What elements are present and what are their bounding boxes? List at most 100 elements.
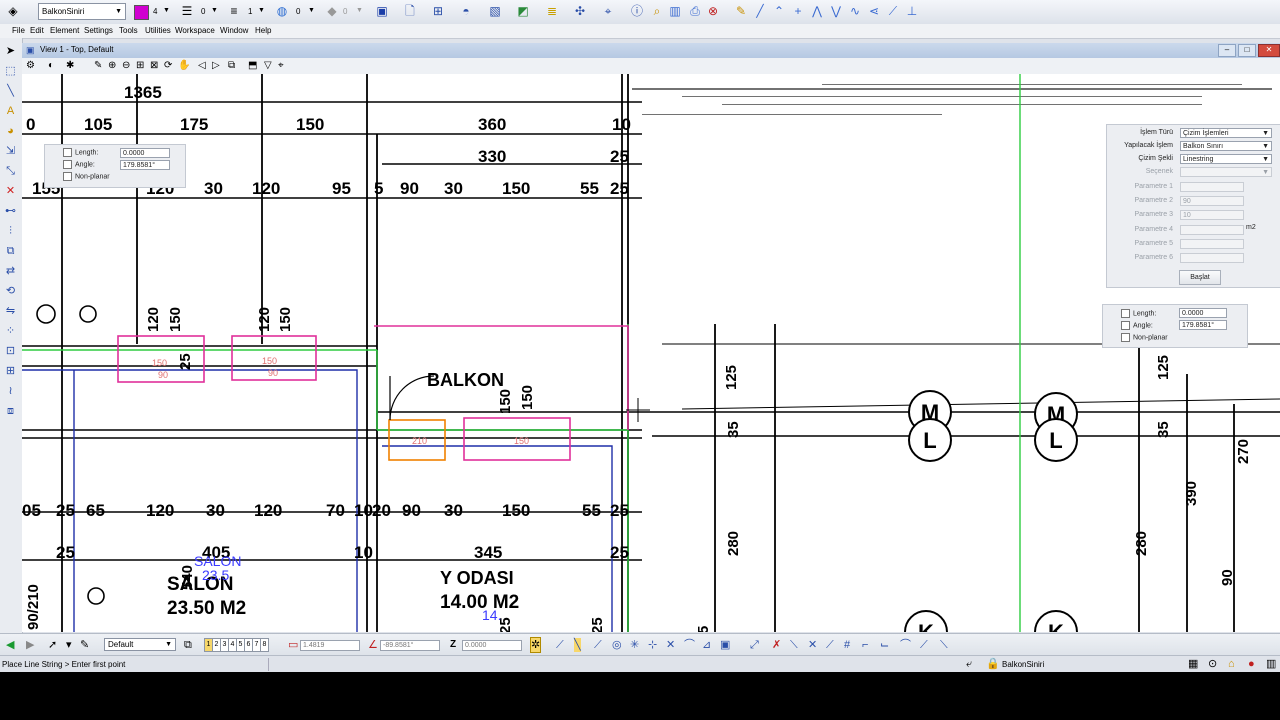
- print-icon[interactable]: ⎙: [688, 4, 702, 18]
- clip-volume-icon[interactable]: ⬒: [248, 60, 257, 72]
- chevron-down-icon[interactable]: ▼: [258, 7, 265, 14]
- keypoint-icon[interactable]: ✳: [630, 638, 639, 652]
- info-icon[interactable]: ⓘ: [630, 4, 644, 18]
- forward-icon[interactable]: ▶: [26, 638, 34, 652]
- tangent-icon[interactable]: ⌒: [684, 638, 695, 652]
- snap-mode-icon[interactable]: ✲: [530, 637, 542, 653]
- array-icon[interactable]: ⁘: [3, 324, 18, 338]
- angle-lock-checkbox[interactable]: [1121, 321, 1130, 330]
- nearest-icon[interactable]: ⊿: [702, 638, 711, 652]
- view-attributes-icon[interactable]: ⚙: [26, 60, 35, 72]
- offset-icon[interactable]: ⟋: [920, 638, 928, 652]
- angle-field[interactable]: 179.8581°: [1179, 320, 1227, 330]
- view-title-bar[interactable]: ▣ View 1 - Top, Default – □ ✕: [22, 43, 1280, 59]
- expand-icon[interactable]: ⤢: [750, 638, 759, 652]
- menu-element[interactable]: Element: [50, 26, 79, 35]
- modify-icon[interactable]: ⤡: [3, 164, 18, 178]
- islem-turu-combo[interactable]: Çizim İşlemleri ▼: [1180, 128, 1272, 138]
- delete-icon[interactable]: ✕: [3, 184, 18, 198]
- mirror-icon[interactable]: ⇋: [3, 304, 18, 318]
- length-field[interactable]: 0.0000: [120, 148, 170, 158]
- image-icon[interactable]: ▧: [488, 4, 502, 18]
- length-lock-checkbox[interactable]: [1121, 309, 1130, 318]
- view-groups-icon[interactable]: ⧉: [184, 638, 192, 652]
- level-combo[interactable]: BalkonSiniri ▼: [38, 3, 126, 20]
- break-icon[interactable]: ⟍: [940, 638, 948, 652]
- parametre-3-field[interactable]: 10: [1180, 210, 1244, 220]
- pan-view-icon[interactable]: ✋: [178, 60, 190, 72]
- arc-modify-icon[interactable]: ⌒: [900, 638, 911, 652]
- extend-icon[interactable]: ⊥: [905, 4, 919, 18]
- cut-icon[interactable]: ⟍: [790, 638, 798, 652]
- display-style-icon[interactable]: ◐: [48, 60, 54, 72]
- drop-icon[interactable]: ⧈: [3, 404, 18, 418]
- parametre-1-field[interactable]: [1180, 182, 1244, 192]
- x-field[interactable]: 1.4819: [300, 640, 360, 651]
- home-icon[interactable]: ⌂: [1228, 657, 1235, 671]
- line-icon[interactable]: ╱: [753, 4, 767, 18]
- rotate-view-icon[interactable]: ⟳: [164, 60, 172, 72]
- fit-view-icon[interactable]: ⊠: [150, 60, 158, 72]
- place-line-icon[interactable]: ╲: [574, 638, 581, 652]
- angle-field[interactable]: 179.8581°: [120, 160, 170, 170]
- perpendicular-icon[interactable]: ⊹: [648, 638, 657, 652]
- view-previous-icon[interactable]: ◁: [198, 60, 206, 72]
- transparency-icon[interactable]: ◍: [275, 4, 289, 18]
- raster-icon[interactable]: ◓: [459, 4, 473, 18]
- polyline-icon[interactable]: ⋀: [810, 4, 824, 18]
- plus-icon[interactable]: +: [791, 4, 805, 18]
- curve-icon[interactable]: ∿: [848, 4, 862, 18]
- menu-window[interactable]: Window: [220, 26, 248, 35]
- save-icon[interactable]: ⊙: [1208, 657, 1217, 671]
- element-selection-icon[interactable]: ◈: [6, 4, 20, 18]
- z-field[interactable]: 0.0000: [462, 640, 522, 651]
- maximize-icon[interactable]: □: [1238, 44, 1256, 57]
- active-color-swatch[interactable]: [134, 5, 149, 20]
- dimension-icon[interactable]: ⇲: [3, 144, 18, 158]
- place-text-icon[interactable]: A: [3, 104, 18, 118]
- file-icon[interactable]: 🗋: [403, 4, 417, 18]
- chevron-down-icon[interactable]: ▼: [163, 7, 170, 14]
- circle-icon[interactable]: ◎: [612, 638, 622, 652]
- close-icon[interactable]: ✕: [1258, 44, 1280, 57]
- menu-help[interactable]: Help: [255, 26, 271, 35]
- parametre-2-field[interactable]: 90: [1180, 196, 1244, 206]
- undo-icon[interactable]: ⤶: [966, 657, 972, 671]
- rotate-icon[interactable]: ⟲: [3, 284, 18, 298]
- measure-icon[interactable]: ▥: [668, 4, 682, 18]
- parametre-5-field[interactable]: [1180, 239, 1244, 249]
- length-lock-checkbox[interactable]: [63, 148, 72, 157]
- chevron-down-icon[interactable]: ▼: [211, 7, 218, 14]
- menu-tools[interactable]: Tools: [119, 26, 138, 35]
- render-icon[interactable]: ✱: [66, 60, 74, 72]
- chevron-down-icon[interactable]: ▼: [356, 7, 363, 14]
- clip-mask-icon[interactable]: ▽: [264, 60, 272, 72]
- menu-settings[interactable]: Settings: [84, 26, 113, 35]
- drawing-canvas[interactable]: 1365 0 105 175 150 360 10 330 25 155 120 30 120 95 5 90…: [22, 74, 1280, 632]
- window-area-icon[interactable]: ⊞: [136, 60, 144, 72]
- parametre-4-field[interactable]: [1180, 225, 1244, 235]
- nonplanar-checkbox[interactable]: [1121, 333, 1130, 342]
- models-icon[interactable]: ◩: [516, 4, 530, 18]
- move-icon[interactable]: ⇄: [3, 264, 18, 278]
- trim-icon[interactable]: ⟋: [886, 4, 900, 18]
- parametre-6-field[interactable]: [1180, 253, 1244, 263]
- yapilacak-combo[interactable]: Balkon Sınırı ▼: [1180, 141, 1272, 151]
- dropdown-icon[interactable]: ▾: [66, 638, 72, 652]
- snap-icon[interactable]: ✣: [573, 4, 587, 18]
- line-weight-icon[interactable]: ≡: [227, 4, 241, 18]
- alert-icon[interactable]: ●: [1248, 657, 1255, 671]
- cizim-sekli-combo[interactable]: Linestring ▼: [1180, 154, 1272, 164]
- find-icon[interactable]: ⌕: [650, 4, 664, 18]
- scale-icon[interactable]: ⊡: [3, 344, 18, 358]
- copy-view-icon[interactable]: ⧉: [228, 60, 235, 72]
- back-icon[interactable]: ◀: [6, 638, 14, 652]
- chain-icon[interactable]: ≀: [3, 384, 18, 398]
- extend-icon[interactable]: ⟋: [826, 638, 834, 652]
- align-icon[interactable]: ⫶: [3, 224, 18, 238]
- share-icon[interactable]: ⋖: [867, 4, 881, 18]
- update-view-icon[interactable]: ✎: [94, 60, 102, 72]
- grid-icon[interactable]: #: [844, 638, 850, 652]
- fence-icon[interactable]: ⬚: [3, 64, 18, 78]
- pointer-icon[interactable]: ➚: [48, 638, 57, 652]
